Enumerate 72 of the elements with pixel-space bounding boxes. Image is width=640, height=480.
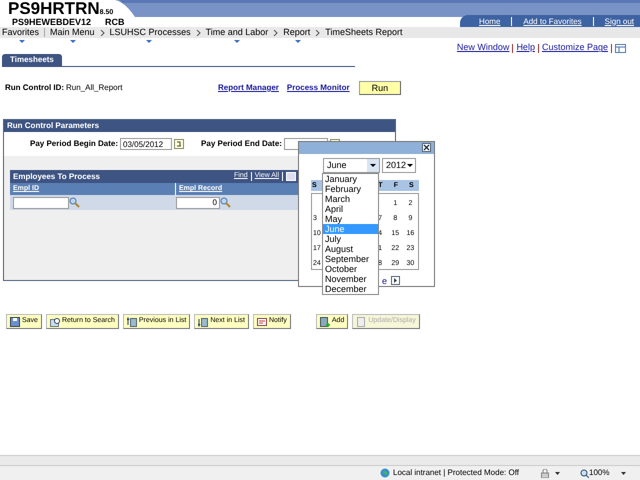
next-arrow-icon[interactable] [391,276,400,285]
search-icon[interactable] [220,197,231,208]
run-control-value: Run_All_Report [66,82,124,94]
month-option[interactable]: August [323,244,378,254]
page-link[interactable]: Customize Page [542,41,608,55]
month-option[interactable]: October [323,264,378,274]
notify-icon [256,316,267,326]
separator-icon [512,44,514,52]
user-id: RCB [105,17,125,27]
search-icon [50,316,60,326]
month-option[interactable]: November [323,274,378,284]
run-button[interactable]: Run [358,81,402,95]
lock-icon[interactable] [541,468,549,478]
month-option[interactable]: March [323,194,378,204]
page-link[interactable]: New Window [456,41,510,55]
month-option[interactable]: December [323,284,378,294]
close-icon[interactable] [422,143,431,152]
month-option[interactable]: January [323,174,378,184]
separator-icon [282,172,284,181]
month-option[interactable]: April [323,204,378,214]
header-link[interactable]: Add to Favorites [512,16,594,26]
chevron-icon [273,30,278,36]
header-link[interactable]: Home [468,16,512,26]
globe-icon [380,468,390,478]
breadcrumb-link[interactable]: LSUHSC Processes [110,26,191,44]
separator-icon [250,172,252,181]
header-link[interactable]: Sign out [594,16,640,26]
breadcrumb-link[interactable]: TimeSheets Report [325,26,402,44]
empl-id-field[interactable] [13,196,69,208]
next-icon [198,316,208,326]
grid-icon[interactable] [615,44,626,52]
run-control-label: Run Control ID: [5,82,66,94]
chevron-icon [100,30,105,36]
separator-icon [611,44,612,52]
report-manager-link[interactable]: Report Manager [218,82,279,94]
panel-title: Run Control Parameters [4,120,395,132]
month-option[interactable]: July [323,234,378,244]
year-select[interactable]: 2012 [382,158,416,173]
zoom-icon[interactable] [580,468,589,478]
zoom-level[interactable]: 100% [589,467,610,479]
breadcrumb-link[interactable]: Report [283,26,310,44]
month-select[interactable]: June [323,158,380,173]
server-name: PS9HEWEBDEV12 [12,17,92,27]
system-name: PS9HRTRN [8,0,100,18]
tab[interactable]: Timesheets [2,54,62,66]
field-label: Pay Period Begin Date: [30,138,118,150]
field-label: Pay Period End Date: [201,138,282,150]
process-monitor-link[interactable]: Process Monitor [286,82,350,94]
previous-icon [126,316,137,326]
document-icon [356,316,366,326]
save-icon [10,316,20,326]
dropdown-arrow-icon[interactable] [621,472,626,474]
calendar-icon[interactable] [174,139,184,149]
chevron-icon [196,30,201,36]
dropdown-arrow-icon[interactable] [555,472,560,474]
search-icon[interactable] [69,197,80,208]
month-option[interactable]: September [323,254,378,264]
empl-record-field[interactable]: 0 [176,196,220,208]
breadcrumb-link[interactable]: Time and Labor [206,26,268,44]
horizontal-scrollbar[interactable] [0,455,640,465]
month-option[interactable]: May [323,214,378,224]
add-icon [320,316,330,326]
begin-date-field[interactable]: 03/05/2012 [120,138,172,150]
breadcrumb-link[interactable]: Favorites [2,26,40,44]
page-link[interactable]: Help [516,41,535,55]
separator-icon [44,28,46,37]
footer-text: e [382,275,388,288]
breadcrumb-link[interactable]: Main Menu [50,26,95,44]
chevron-icon [315,30,320,36]
grid-title: Employees To Process [13,170,101,182]
separator-icon [538,44,539,52]
zone-text: Local intranet | Protected Mode: Off [393,467,519,479]
